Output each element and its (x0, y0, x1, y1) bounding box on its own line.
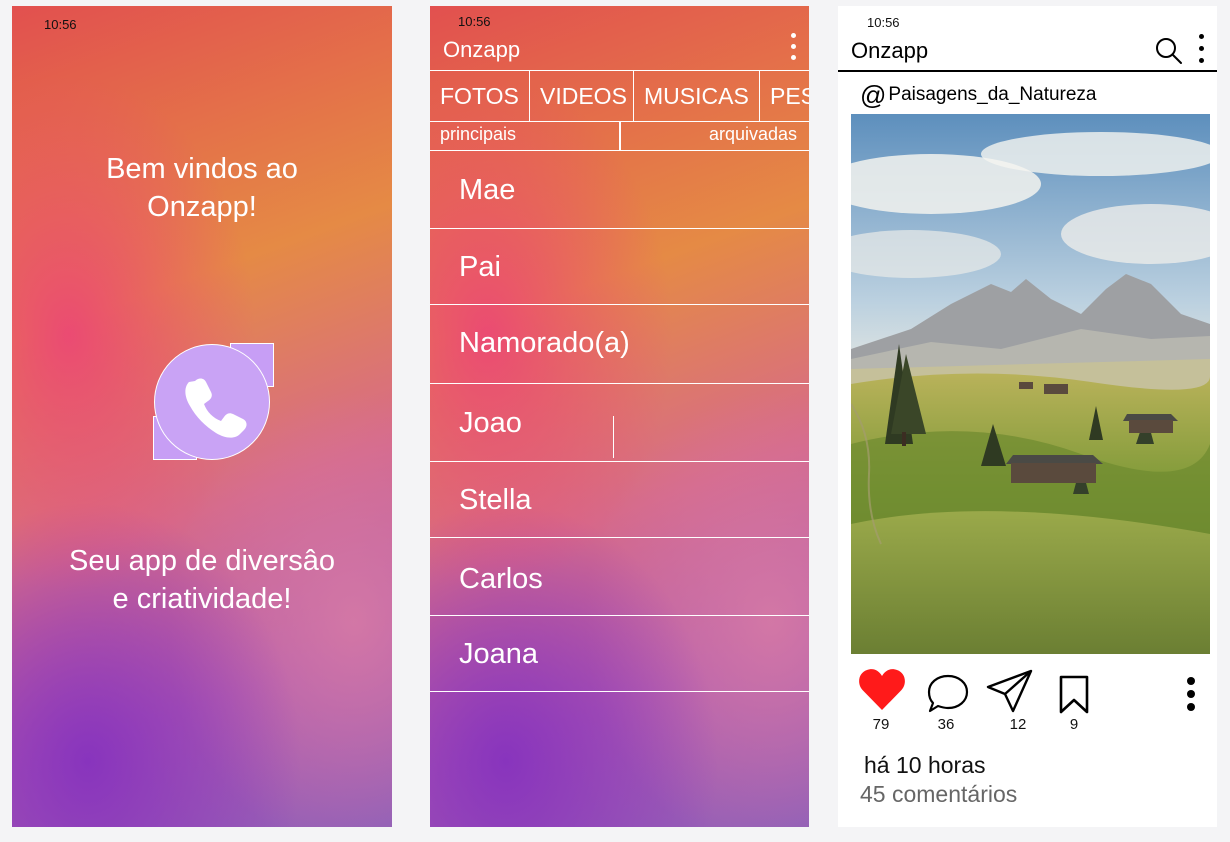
status-time: 10:56 (458, 14, 491, 29)
contact-item-stella[interactable]: Stella (430, 462, 809, 538)
status-time: 10:56 (44, 17, 77, 32)
tagline-line1: Seu app de diversâo (68, 545, 336, 577)
logo-circle (154, 344, 270, 460)
post-screen: 10:56 Onzapp @ Paisagens_da_Natureza 79 … (838, 6, 1217, 827)
phone-icon (185, 378, 247, 438)
welcome-title-line1: Bem vindos ao (106, 153, 298, 185)
view-comments-link[interactable]: 45 comentários (860, 781, 1017, 808)
post-author[interactable]: @ Paisagens_da_Natureza (860, 80, 1097, 110)
comments-count: 36 (937, 716, 955, 733)
more-vertical-icon[interactable] (788, 33, 798, 73)
contact-item-carlos[interactable]: Carlos (430, 538, 809, 616)
tab-pes[interactable]: PES (760, 71, 809, 121)
contact-item-joao[interactable]: Joao (430, 384, 809, 462)
heart-icon[interactable] (858, 667, 906, 711)
saves-count: 9 (1069, 716, 1079, 733)
post-actions: 79 36 12 9 (838, 663, 1217, 743)
comment-icon[interactable] (926, 673, 970, 715)
welcome-title: Bem vindos ao Onzapp! (12, 150, 392, 226)
contact-item-namorado[interactable]: Namorado(a) (430, 305, 809, 384)
tagline: Seu app de diversâo e criatividade! (12, 542, 392, 618)
welcome-title-line2: Onzapp! (147, 191, 257, 223)
tab-fotos[interactable]: FOTOS (430, 71, 530, 121)
more-vertical-icon[interactable] (1197, 34, 1205, 68)
tab-musicas[interactable]: MUSICAS (634, 71, 760, 121)
post-photo[interactable] (851, 114, 1210, 654)
likes-count: 79 (872, 716, 890, 733)
contacts-screen: 10:56 Onzapp FOTOS VIDEOS MUSICAS PES pr… (430, 6, 809, 827)
send-icon[interactable] (986, 669, 1034, 715)
contact-item-mae[interactable]: Mae (430, 151, 809, 229)
landscape-image (851, 114, 1210, 654)
subtab-divider (619, 122, 621, 150)
app-title: Onzapp (851, 38, 929, 63)
tab-videos[interactable]: VIDEOS (530, 71, 634, 121)
subtab-principais[interactable]: principais (440, 122, 516, 150)
bookmark-icon[interactable] (1058, 675, 1090, 715)
post-time: há 10 horas (864, 752, 986, 778)
subtab-arquivadas[interactable]: arquivadas (709, 122, 797, 150)
subtab-bar: principais arquivadas (430, 122, 809, 151)
app-logo (153, 343, 274, 463)
author-handle: Paisagens_da_Natureza (888, 84, 1097, 105)
contact-item-pai[interactable]: Pai (430, 229, 809, 305)
at-sign: @ (860, 80, 887, 110)
app-title: Onzapp (443, 37, 521, 62)
search-icon[interactable] (1155, 37, 1183, 65)
contact-item-joana[interactable]: Joana (430, 616, 809, 692)
header-divider (838, 70, 1217, 72)
tab-bar: FOTOS VIDEOS MUSICAS PES (430, 70, 809, 122)
status-time: 10:56 (867, 15, 900, 30)
text-cursor (613, 416, 614, 458)
contact-list: Mae Pai Namorado(a) Joao Stella Carlos J… (430, 151, 809, 692)
shares-count: 12 (1009, 716, 1027, 733)
post-options-icon[interactable] (1186, 677, 1196, 716)
tagline-line2: e criatividade! (112, 583, 292, 615)
welcome-screen: 10:56 Bem vindos ao Onzapp! Seu app de d… (12, 6, 392, 827)
